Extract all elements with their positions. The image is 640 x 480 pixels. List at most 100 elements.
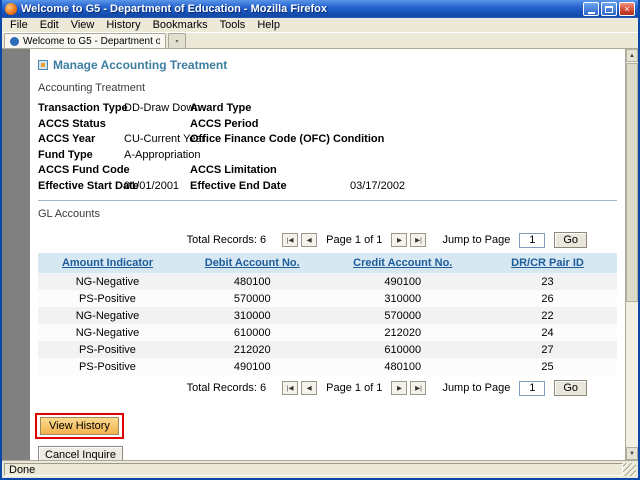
menu-edit[interactable]: Edit: [34, 19, 65, 31]
gl-accounts-table: Amount Indicator Debit Account No. Credi…: [38, 253, 617, 375]
menu-file[interactable]: File: [4, 19, 34, 31]
table-cell: 490100: [327, 273, 478, 290]
prev-page-button[interactable]: ◀: [301, 233, 317, 247]
field-value: 01/01/2001: [124, 179, 190, 195]
pagination-top: Total Records: 6 |◀ ◀ Page 1 of 1 ▶ ▶| J…: [34, 227, 621, 253]
scroll-down-button[interactable]: ▼: [626, 447, 638, 460]
scroll-down-icon: ▼: [629, 451, 635, 457]
table-cell: 480100: [177, 273, 328, 290]
prev-page-button[interactable]: ◀: [301, 381, 317, 395]
header-amount-indicator[interactable]: Amount Indicator: [38, 253, 177, 273]
go-button[interactable]: Go: [554, 232, 587, 248]
jump-to-page-input[interactable]: [519, 381, 545, 396]
minimize-button[interactable]: [583, 2, 599, 16]
tab-list-stub[interactable]: ▾: [168, 33, 186, 48]
close-button[interactable]: ×: [619, 2, 635, 16]
table-cell: 610000: [177, 324, 328, 341]
menu-view[interactable]: View: [65, 19, 101, 31]
resize-grip[interactable]: [623, 463, 636, 476]
first-page-button[interactable]: |◀: [282, 233, 298, 247]
table-row: NG-Negative 310000 570000 22: [38, 307, 617, 324]
view-history-button[interactable]: View History: [40, 417, 119, 435]
last-page-button[interactable]: ▶|: [410, 381, 426, 395]
field-label: Effective Start Date: [38, 179, 124, 195]
menu-history[interactable]: History: [100, 19, 146, 31]
scrollbar-thumb[interactable]: [626, 63, 638, 302]
table-cell: 25: [478, 358, 617, 375]
next-page-button[interactable]: ▶: [391, 233, 407, 247]
field-value: CU-Current Year: [124, 132, 190, 148]
section-divider: [38, 200, 617, 201]
jump-to-page-label: Jump to Page: [442, 382, 510, 394]
scroll-up-button[interactable]: ▲: [626, 49, 638, 62]
table-row: PS-Positive 570000 310000 26: [38, 290, 617, 307]
table-cell: 490100: [177, 358, 328, 375]
close-icon: ×: [624, 5, 629, 14]
field-label: ACCS Year: [38, 132, 124, 148]
next-page-button[interactable]: ▶: [391, 381, 407, 395]
field-label: ACCS Status: [38, 117, 124, 133]
menu-bookmarks[interactable]: Bookmarks: [147, 19, 214, 31]
minimize-icon: [588, 12, 595, 14]
first-page-button[interactable]: |◀: [282, 381, 298, 395]
table-cell: NG-Negative: [38, 324, 177, 341]
accounting-treatment-form: Transaction Type DD-Draw Down Award Type…: [34, 101, 621, 194]
tab-favicon: [10, 37, 19, 46]
go-button[interactable]: Go: [554, 380, 587, 396]
scrollbar-track[interactable]: [626, 62, 638, 447]
table-cell: 310000: [327, 290, 478, 307]
field-label: [190, 148, 350, 164]
field-label: ACCS Fund Code: [38, 163, 124, 179]
header-debit-account[interactable]: Debit Account No.: [177, 253, 328, 273]
page-title: Manage Accounting Treatment: [34, 53, 621, 81]
tab-welcome-g5[interactable]: Welcome to G5 - Department of Edu...: [4, 33, 166, 48]
table-row: NG-Negative 480100 490100 23: [38, 273, 617, 290]
table-cell: 480100: [327, 358, 478, 375]
field-label: Transaction Type: [38, 101, 124, 117]
view-history-highlight-annotation: View History: [35, 413, 124, 439]
field-label: Office Finance Code (OFC) Condition: [190, 132, 350, 148]
browser-content: Manage Accounting Treatment Accounting T…: [2, 49, 638, 460]
page-title-text: Manage Accounting Treatment: [53, 58, 227, 72]
window-title: Welcome to G5 - Department of Education …: [21, 3, 579, 15]
vertical-scrollbar[interactable]: ▲ ▼: [625, 49, 638, 460]
field-label: Fund Type: [38, 148, 124, 164]
table-cell: 570000: [177, 290, 328, 307]
chevron-down-icon: ▾: [175, 38, 178, 45]
table-header-row: Amount Indicator Debit Account No. Credi…: [38, 253, 617, 273]
field-value: [124, 163, 190, 179]
maximize-button[interactable]: [601, 2, 617, 16]
field-value: [350, 117, 617, 133]
field-value: [350, 163, 617, 179]
field-label: Award Type: [190, 101, 350, 117]
table-cell: 26: [478, 290, 617, 307]
table-cell: PS-Positive: [38, 358, 177, 375]
total-records-text: Total Records: 6: [187, 234, 266, 246]
cancel-inquire-button[interactable]: Cancel Inquire: [38, 446, 123, 460]
total-records-text: Total Records: 6: [187, 382, 266, 394]
field-label: ACCS Limitation: [190, 163, 350, 179]
table-cell: 27: [478, 341, 617, 358]
header-drcr-pair-id[interactable]: DR/CR Pair ID: [478, 253, 617, 273]
page-indicator: Page 1 of 1: [320, 234, 388, 246]
accounting-treatment-label: Accounting Treatment: [34, 81, 621, 101]
status-bar: Done: [2, 460, 638, 478]
gl-accounts-label: GL Accounts: [34, 207, 621, 227]
field-label: ACCS Period: [190, 117, 350, 133]
header-credit-account[interactable]: Credit Account No.: [327, 253, 478, 273]
field-value: [350, 148, 617, 164]
jump-to-page-input[interactable]: [519, 233, 545, 248]
field-value: DD-Draw Down: [124, 101, 190, 117]
tab-label: Welcome to G5 - Department of Edu...: [23, 36, 160, 47]
menu-tools[interactable]: Tools: [214, 19, 252, 31]
firefox-icon: [5, 3, 17, 15]
table-row: PS-Positive 490100 480100 25: [38, 358, 617, 375]
table-cell: 610000: [327, 341, 478, 358]
page-title-icon: [38, 60, 48, 70]
last-page-button[interactable]: ▶|: [410, 233, 426, 247]
menu-help[interactable]: Help: [251, 19, 286, 31]
menu-bar: File Edit View History Bookmarks Tools H…: [2, 18, 638, 33]
field-value: [124, 117, 190, 133]
table-cell: 212020: [177, 341, 328, 358]
title-bar: Welcome to G5 - Department of Education …: [2, 0, 638, 18]
